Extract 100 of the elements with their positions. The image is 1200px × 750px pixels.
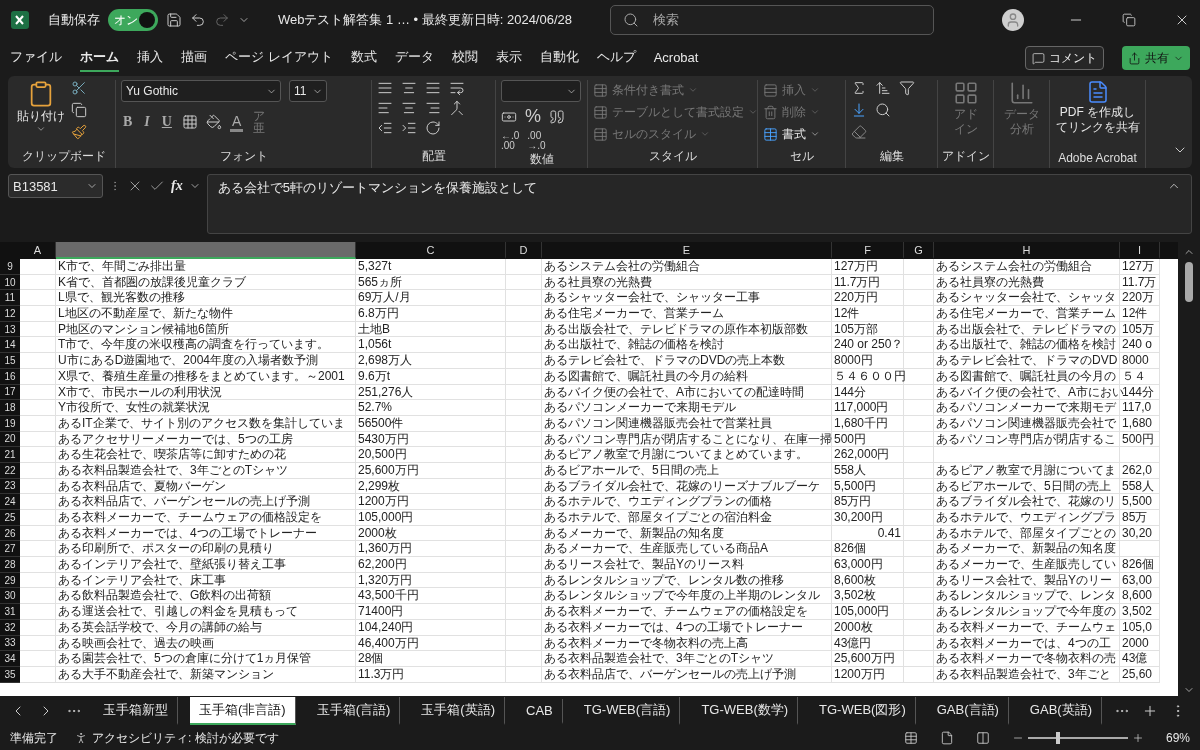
font-color-button[interactable]: A [229,112,244,132]
group-label: スタイル [648,148,697,165]
menu-tab[interactable]: ホーム [80,44,119,72]
zoom-in-icon[interactable] [1131,732,1144,744]
row-header[interactable]: 14 [0,337,20,354]
menu-tab[interactable]: 挿入 [137,44,163,72]
comma-icon[interactable] [549,108,565,125]
menu-tab[interactable]: Acrobat [653,45,699,71]
row-header[interactable]: 21 [0,447,20,463]
row-header[interactable]: 31 [0,604,20,620]
sheet-tab[interactable]: 玉手箱(非言語) [190,697,296,725]
empty-cell [904,400,934,416]
table-icon[interactable] [763,126,778,142]
paste-button[interactable]: 貼り付け [17,80,65,135]
sheet-tab[interactable]: CAB [517,698,563,724]
page-layout-icon[interactable] [939,731,954,745]
sheet-tab[interactable]: GAB(英語) [1020,697,1102,725]
cut-icon[interactable] [71,80,87,96]
sort-icon[interactable] [875,80,891,96]
page-break-icon[interactable] [975,731,990,745]
sheet-tab[interactable]: TG-WEB(数学) [692,697,799,725]
fill-icon[interactable] [851,102,867,118]
row-header[interactable]: 12 [0,306,20,322]
menu-tab[interactable]: ヘルプ [596,44,636,72]
align-left-icon[interactable] [377,100,393,116]
row-header[interactable]: 25 [0,510,20,526]
align-right-icon[interactable] [425,100,441,116]
comment-button[interactable]: コメント [1025,46,1104,70]
font-style-button[interactable]: U [159,114,174,130]
row-header[interactable]: 24 [0,494,20,510]
user-avatar[interactable] [1002,9,1024,31]
percent-button[interactable]: % [525,106,541,127]
table-cell: あるブライダル会社で、花嫁のリ [934,494,1120,510]
indent-decrease-icon[interactable] [377,120,393,136]
accessibility-icon[interactable] [74,731,88,745]
align-center-icon[interactable] [401,100,417,116]
restore-icon[interactable] [1122,13,1136,27]
zoom-level[interactable]: 69% [1165,731,1190,745]
decimal-button[interactable]: ←.0 .00 [501,131,520,151]
normal-view-icon[interactable] [903,731,918,745]
copy-icon[interactable] [71,102,87,118]
row-header[interactable]: 34 [0,651,20,667]
clear-icon[interactable] [851,124,867,140]
align-top-icon[interactable] [377,80,393,96]
share-button[interactable]: 共有 [1122,46,1190,70]
filter-icon[interactable] [899,80,915,96]
borders-icon[interactable] [181,114,198,130]
indent-increase-icon[interactable] [401,120,417,136]
format-painter-icon[interactable] [71,124,87,140]
share-icon[interactable] [1128,51,1141,65]
menu-tab[interactable]: 自動化 [539,44,579,72]
row-header[interactable]: 9 [0,259,20,275]
create-pdf-button[interactable]: PDF を作成し てリンクを共有 [1055,80,1140,135]
merge-icon[interactable] [449,100,465,116]
font-size-dropdown[interactable]: 11 [289,80,327,102]
sheet-tab[interactable]: TG-WEB(言語) [574,697,681,725]
undo-icon[interactable] [190,12,206,28]
row-header[interactable]: 18 [0,400,20,416]
search-icon[interactable] [623,12,639,28]
accessibility-status[interactable]: アクセシビリティ: 検討が必要です [92,729,279,747]
row-header[interactable]: 11 [0,290,20,307]
sheet-tab[interactable]: 玉手箱(英語) [412,697,505,725]
sheet-tab[interactable]: 玉手箱新型 [94,697,178,725]
table-cell: あるメーカーで、生産販売してい [934,557,1120,573]
menu-tab[interactable]: 表示 [495,44,522,72]
window-title[interactable]: Webテスト解答集 1 … • 最終更新日時: 2024/06/28 [278,11,572,29]
font-style-button[interactable]: I [142,114,152,130]
decimal-button[interactable]: .00 →.0 [527,131,546,151]
scrollbar-thumb[interactable] [1185,262,1193,302]
zoom-thumb[interactable] [1055,732,1060,744]
align-bottom-icon[interactable] [425,80,441,96]
wrap-text-icon[interactable] [449,80,465,96]
sheet-tab[interactable]: TG-WEB(図形) [810,697,916,725]
menu-tab[interactable]: ファイル [10,44,62,72]
row-header[interactable]: 15 [0,353,20,369]
search-field[interactable]: 検索 [610,5,934,35]
font-style-button[interactable]: B [121,114,135,130]
align-middle-icon[interactable] [401,80,417,96]
row-header[interactable]: 27 [0,541,20,558]
sheet-tab[interactable]: GAB(言語) [927,697,1009,725]
name-box[interactable]: B13581 [8,174,103,198]
fill-color-icon[interactable] [205,114,222,130]
find-icon[interactable] [875,102,891,118]
menu-tab[interactable]: 数式 [350,44,377,72]
menu-tab[interactable]: 描画 [181,44,207,72]
autosum-icon[interactable] [851,80,867,96]
menu-tab[interactable]: データ [394,44,434,72]
cell-button[interactable]: 書式 [763,124,820,144]
font-name-dropdown[interactable]: Yu Gothic [121,80,281,102]
menu-tab[interactable]: 校閲 [451,44,478,72]
row-header[interactable]: 30 [0,588,20,605]
row-header[interactable]: 28 [0,557,20,573]
redo-icon[interactable] [214,12,230,28]
sheet-tab[interactable]: 玉手箱(言語) [307,697,401,725]
comment-icon[interactable] [1032,51,1045,65]
orientation-icon[interactable] [425,120,441,136]
formula-field[interactable]: ある会社で5軒のリゾートマンションを保養施設として [206,174,1192,234]
menu-tab[interactable]: ページ レイアウト [225,44,333,72]
save-icon[interactable] [166,12,182,28]
insert-function-button[interactable]: fx [171,178,183,194]
